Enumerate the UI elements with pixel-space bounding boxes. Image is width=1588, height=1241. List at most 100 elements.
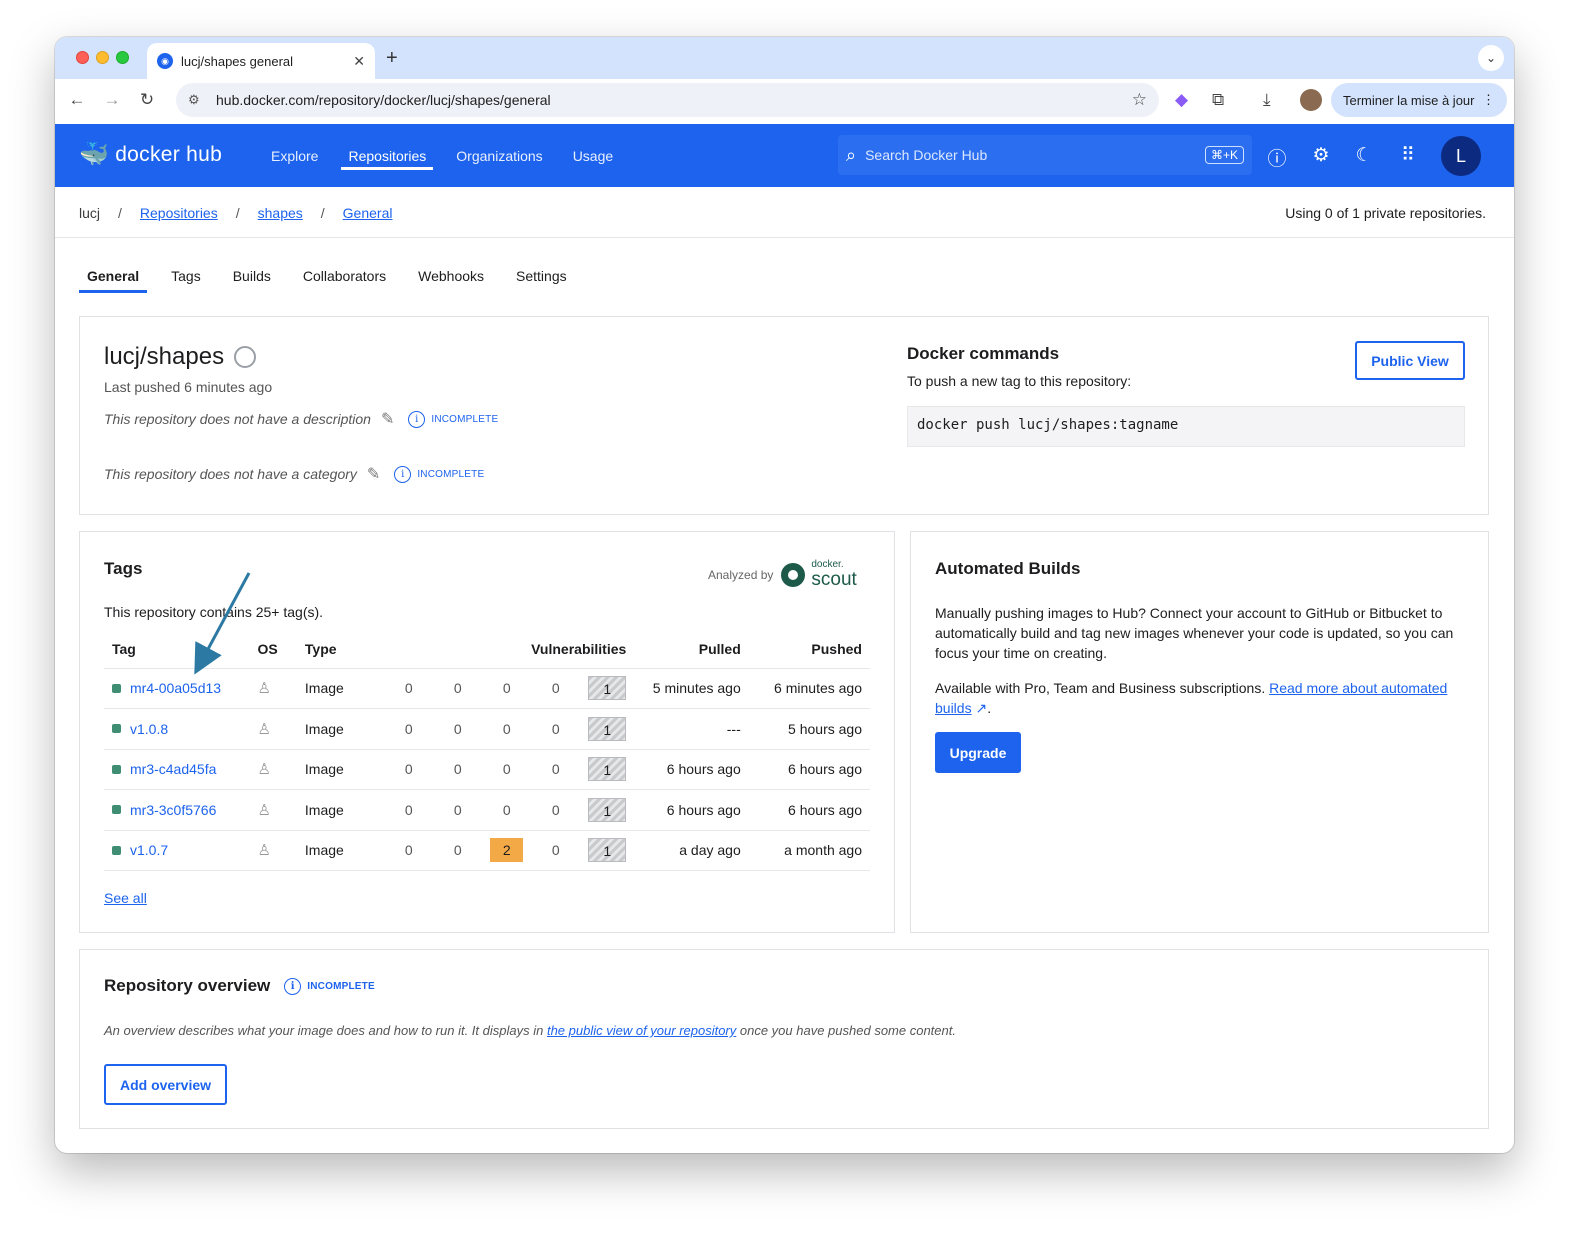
tab-search-chevron-icon[interactable]: ⌄ [1478,45,1504,71]
repository-overview-panel: Repository overview i INCOMPLETE An over… [79,949,1489,1129]
add-overview-button[interactable]: Add overview [104,1064,227,1105]
vuln-count-unspecified[interactable]: 1 [588,757,627,782]
vuln-count-high[interactable]: 0 [441,717,474,741]
update-browser-button[interactable]: Terminer la mise à jour ⋮ [1331,83,1507,117]
vuln-count-medium[interactable]: 0 [490,757,523,781]
table-row[interactable]: mr4-00a05d13 ♙ Image 0 0 0 0 1 5 minutes ago 6 mi… [104,668,870,709]
edit-pencil-icon[interactable]: ✎ [381,409,394,429]
help-icon[interactable]: ⓘ [1266,144,1288,171]
vuln-count-medium[interactable]: 0 [490,676,523,700]
gear-icon[interactable]: ⚙ [1310,144,1332,167]
url-text[interactable]: hub.docker.com/repository/docker/lucj/sh… [216,92,1132,108]
vuln-count-low[interactable]: 0 [539,757,572,781]
nav-organizations[interactable]: Organizations [441,124,557,187]
tag-status-dot [112,683,121,693]
column-header-os: OS [249,630,297,669]
minimize-window-button[interactable] [96,51,109,64]
vuln-count-high[interactable]: 0 [441,798,474,822]
reload-icon[interactable]: ↻ [135,90,159,110]
menu-dots-icon[interactable]: ⋮ [1482,92,1495,108]
tab-settings[interactable]: Settings [508,259,575,293]
tag-link[interactable]: mr3-3c0f5766 [130,802,216,818]
automated-builds-title: Automated Builds [935,559,1081,578]
tag-link[interactable]: v1.0.7 [130,842,168,858]
public-globe-icon [234,346,257,368]
category-placeholder: This repository does not have a category [104,466,357,482]
vuln-count-high[interactable]: 0 [441,838,474,862]
vuln-count-critical[interactable]: 0 [392,717,425,741]
browser-window: ◉ lucj/shapes general ✕ + ⌄ ← → ↻ ⚙ hub.… [55,37,1514,1153]
tag-link[interactable]: mr3-c4ad45fa [130,761,216,777]
availability-suffix: . [987,700,992,716]
vuln-count-unspecified[interactable]: 1 [588,797,627,822]
close-window-button[interactable] [76,51,89,64]
nav-usage[interactable]: Usage [558,124,628,187]
table-row[interactable]: v1.0.8 ♙ Image 0 0 0 0 1 --- 5 hours ago [104,708,870,750]
vuln-count-low[interactable]: 0 [539,838,572,862]
extension-icon[interactable]: ◆ [1175,90,1188,110]
address-bar[interactable]: ⚙ hub.docker.com/repository/docker/lucj/… [176,83,1159,117]
automated-builds-availability: Available with Pro, Team and Business su… [935,678,1475,718]
dockerhub-logo[interactable]: 🐳 docker hub [79,140,222,169]
logo-text: docker hub [115,142,223,166]
tab-tags[interactable]: Tags [163,259,209,293]
table-row[interactable]: v1.0.7 ♙ Image 0 0 2 0 1 a day ago a month ago [104,830,870,871]
profile-avatar[interactable] [1300,89,1322,111]
user-avatar[interactable]: L [1441,136,1481,176]
tag-link[interactable]: mr4-00a05d13 [130,680,221,696]
analyzed-by-scout[interactable]: Analyzed by docker. scout [708,560,857,590]
public-view-button[interactable]: Public View [1355,341,1465,380]
vuln-cell: 0 [384,830,434,871]
tag-cell: mr4-00a05d13 [104,668,250,709]
automated-builds-description: Manually pushing images to Hub? Connect … [935,605,1454,661]
download-icon[interactable]: ⤓ [1263,90,1271,110]
nav-explore[interactable]: Explore [256,124,333,187]
bookmark-star-icon[interactable]: ☆ [1132,90,1147,110]
forward-arrow-icon[interactable]: → [100,90,124,110]
vuln-count-unspecified[interactable]: 1 [588,676,627,701]
apps-grid-icon[interactable]: ⠿ [1397,144,1419,167]
breadcrumb-shapes[interactable]: shapes [258,205,303,221]
tab-webhooks[interactable]: Webhooks [410,259,492,293]
vuln-count-medium[interactable]: 0 [490,798,523,822]
table-row[interactable]: mr3-3c0f5766 ♙ Image 0 0 0 0 1 6 hours ago 6 hour… [104,789,870,831]
vuln-count-medium[interactable]: 0 [490,717,523,741]
vuln-count-high[interactable]: 0 [441,757,474,781]
nav-repositories[interactable]: Repositories [333,124,441,187]
upgrade-button[interactable]: Upgrade [935,732,1021,773]
extensions-puzzle-icon[interactable]: ⧉ [1212,90,1224,110]
new-tab-button[interactable]: + [386,47,398,70]
tag-link[interactable]: v1.0.8 [130,721,168,737]
breadcrumb-repositories[interactable]: Repositories [140,205,218,221]
see-all-tags-link[interactable]: See all [104,890,147,906]
tab-collaborators[interactable]: Collaborators [295,259,394,293]
vuln-count-low[interactable]: 0 [539,676,572,700]
tab-general[interactable]: General [79,259,148,293]
vuln-count-critical[interactable]: 0 [392,676,425,700]
vuln-count-unspecified[interactable]: 1 [588,716,627,741]
vuln-count-medium[interactable]: 2 [490,838,524,863]
pulled-cell: 5 minutes ago [634,668,749,709]
vuln-count-critical[interactable]: 0 [392,798,425,822]
vuln-count-high[interactable]: 0 [441,676,474,700]
vuln-count-critical[interactable]: 0 [392,838,425,862]
browser-tab-active[interactable]: ◉ lucj/shapes general ✕ [147,43,375,79]
table-row[interactable]: mr3-c4ad45fa ♙ Image 0 0 0 0 1 6 hours ago 6 hour… [104,749,870,790]
tab-close-icon[interactable]: ✕ [353,53,365,70]
vuln-count-unspecified[interactable]: 1 [588,838,627,863]
public-view-link[interactable]: the public view of your repository [547,1023,736,1038]
vuln-count-low[interactable]: 0 [539,717,572,741]
push-command-box[interactable]: docker push lucj/shapes:tagname [907,406,1465,447]
site-settings-icon[interactable]: ⚙ [188,92,210,108]
edit-pencil-icon[interactable]: ✎ [367,464,380,484]
back-arrow-icon[interactable]: ← [65,90,89,110]
theme-toggle-icon[interactable]: ☾ [1353,144,1375,167]
vuln-cell: 0 [384,789,434,831]
tab-builds[interactable]: Builds [225,259,279,293]
vuln-count-low[interactable]: 0 [539,798,572,822]
vuln-count-critical[interactable]: 0 [392,757,425,781]
search-input[interactable]: ⌕ Search Docker Hub ⌘+K [838,135,1252,175]
maximize-window-button[interactable] [116,51,129,64]
info-icon: i [408,410,426,428]
breadcrumb-general[interactable]: General [343,205,393,221]
